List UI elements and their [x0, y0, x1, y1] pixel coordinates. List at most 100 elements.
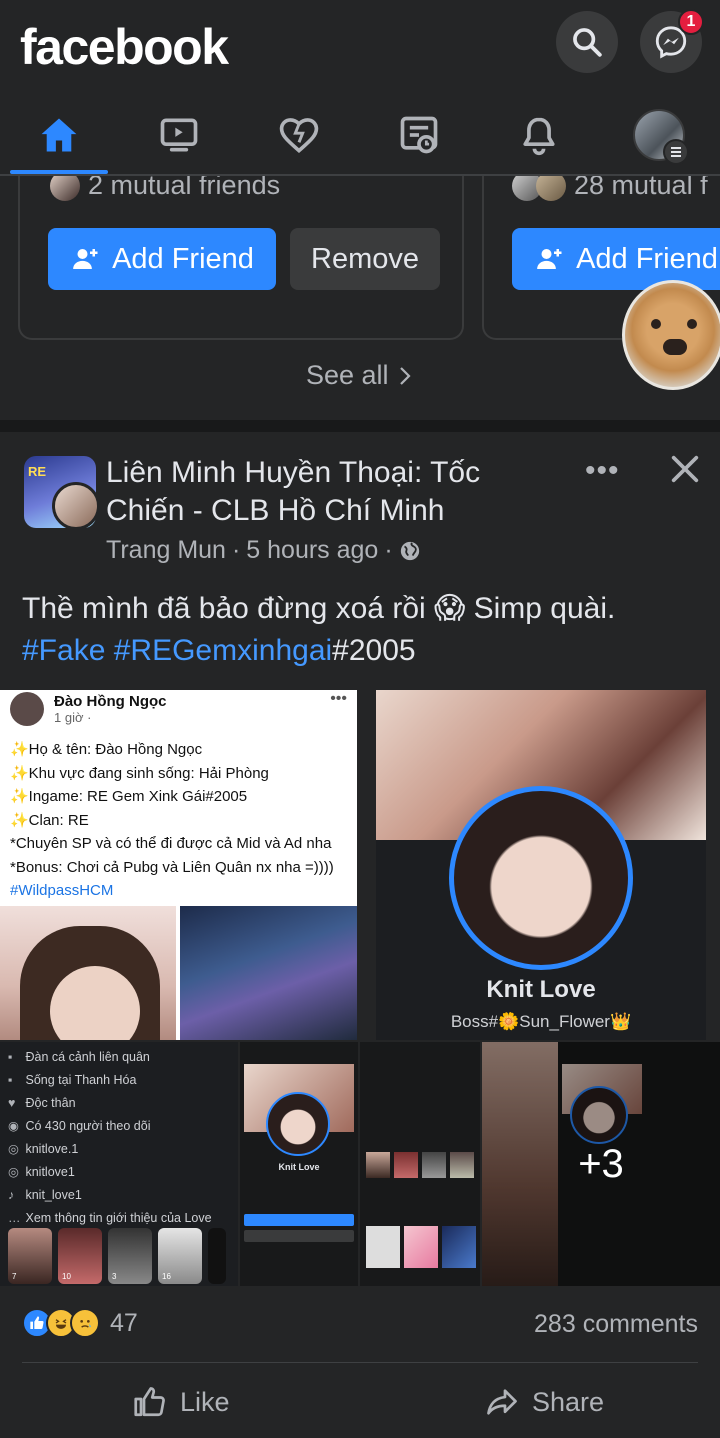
- followers-icon: ◉: [8, 1119, 19, 1133]
- avatar: [10, 692, 44, 726]
- profile-name: Knit Love: [278, 1162, 320, 1172]
- post-message: Thề mình đã bảo đừng xoá rồi 😱 Simp quài…: [22, 592, 616, 625]
- add-friend-button[interactable]: Add Friend: [48, 228, 276, 290]
- bell-icon: [523, 117, 555, 156]
- meta-separator: ·: [231, 536, 241, 564]
- add-friend-icon: [73, 249, 98, 269]
- thumbnail-count: 10: [62, 1272, 71, 1281]
- tab-menu[interactable]: [604, 96, 714, 174]
- dog-eye: [651, 319, 661, 329]
- hashtag-link[interactable]: #Fake: [22, 634, 105, 667]
- more-icon: •••: [330, 690, 347, 707]
- people-you-may-know: 2 mutual friends Add Friend Remove 28 mu…: [0, 176, 720, 420]
- photo-line: *Bonus: Chơi cả Pubg và Liên Quân nx nha…: [10, 858, 334, 876]
- search-button[interactable]: [556, 11, 618, 73]
- messenger-button[interactable]: 1: [640, 9, 704, 73]
- more-options-button[interactable]: •••: [585, 454, 620, 488]
- thumbnail: [442, 1226, 476, 1268]
- heart-icon: [279, 118, 319, 153]
- post-photo[interactable]: [360, 1042, 480, 1286]
- remove-button[interactable]: Remove: [290, 228, 440, 290]
- thumbnail: [208, 1228, 226, 1284]
- link-icon: ◎: [8, 1165, 19, 1179]
- featured-thumbnails: 7 10 3 16: [8, 1228, 226, 1284]
- group-icon: ▪: [8, 1050, 13, 1064]
- thumbnail-count: 16: [162, 1272, 171, 1281]
- home-icon: [41, 118, 77, 152]
- mutual-friends-text: 28 mutual f: [574, 176, 708, 200]
- more-photos-overlay: +3: [482, 1042, 720, 1286]
- add-friend-label: Add Friend: [576, 242, 718, 275]
- post-photo[interactable]: ▪ Đàn cá cảnh liên quân ▪ Sống tại Thanh…: [0, 1042, 238, 1286]
- game-screenshot: [180, 906, 357, 1040]
- mutual-friends-text: 2 mutual friends: [88, 176, 281, 200]
- thumbnail: [450, 1152, 474, 1178]
- meta-separator: ·: [384, 536, 393, 564]
- thumbnail-count: 7: [12, 1272, 17, 1281]
- thumbnail: [422, 1152, 446, 1178]
- post-photo[interactable]: Knit Love Boss#🌼Sun_Flower👑: [376, 690, 706, 1040]
- group-name[interactable]: Liên Minh Huyền Thoại: Tốc Chiến - CLB H…: [106, 454, 526, 530]
- like-button[interactable]: Like: [132, 1384, 230, 1420]
- hashtag-text: #2005: [332, 634, 416, 667]
- tab-dating[interactable]: [244, 96, 354, 174]
- globe-icon: [400, 541, 419, 560]
- see-all-label: See all: [305, 360, 389, 390]
- thumbnail: 16: [158, 1228, 202, 1284]
- hide-post-button[interactable]: [668, 452, 704, 488]
- see-all-link[interactable]: See all: [0, 360, 720, 391]
- top-bar: facebook 1: [0, 0, 720, 96]
- tab-watch[interactable]: [124, 96, 234, 174]
- add-friend-button[interactable]: Add Friend: [512, 228, 720, 290]
- intro-text: Độc thân: [25, 1096, 76, 1110]
- poster-avatar[interactable]: [52, 482, 100, 530]
- friend-suggestion-card[interactable]: 2 mutual friends Add Friend Remove: [18, 176, 464, 340]
- tab-home[interactable]: [4, 96, 114, 174]
- photo-line: ✨Họ & tên: Đào Hồng Ngọc: [10, 741, 203, 758]
- chevron-right-icon: [400, 367, 411, 385]
- thumbnail: [366, 1152, 390, 1178]
- reactions-summary[interactable]: 47: [22, 1308, 138, 1338]
- mutual-friends: 28 mutual f: [512, 176, 708, 201]
- comment-count[interactable]: 283 comments: [534, 1310, 698, 1339]
- facebook-logo[interactable]: facebook: [20, 18, 229, 76]
- intro-text: knitlove1: [25, 1165, 75, 1179]
- more-photos-tile[interactable]: +3: [482, 1042, 720, 1286]
- thumbnail: [404, 1226, 438, 1268]
- profile-name: Knit Love: [486, 976, 596, 1003]
- post-text: Thề mình đã bảo đừng xoá rồi 😱 Simp quài…: [22, 588, 702, 672]
- tab-notifications[interactable]: [484, 96, 594, 174]
- photo-hashtag: #WildpassHCM: [10, 882, 114, 899]
- messenger-badge: 1: [678, 9, 704, 35]
- intro-row: ◎ knitlove.1: [8, 1138, 212, 1161]
- dog-eye: [687, 319, 697, 329]
- group-avatar-art: RE: [28, 464, 47, 479]
- profile-intro-list: ▪ Đàn cá cảnh liên quân ▪ Sống tại Thanh…: [8, 1046, 212, 1230]
- author-name[interactable]: Trang Mun: [106, 536, 226, 565]
- post-time[interactable]: 5 hours ago: [246, 536, 378, 565]
- chat-head-avatar[interactable]: [622, 280, 720, 390]
- intro-row: ◉ Có 430 người theo dõi: [8, 1115, 212, 1138]
- friend-thumbnails: [366, 1152, 474, 1178]
- post-photo[interactable]: Knit Love: [240, 1042, 358, 1286]
- photo-line: *Chuyên SP và có thể đi được cả Mid và A…: [10, 835, 332, 852]
- intro-row: ♥ Độc thân: [8, 1092, 212, 1115]
- post-photo[interactable]: Đào Hồng Ngọc 1 giờ · ••• ✨Họ & tên: Đào…: [0, 690, 357, 1040]
- divider: [22, 1362, 698, 1363]
- photo-line: ✨Ingame: RE Gem Xink Gái#2005: [10, 788, 248, 805]
- intro-text: Có 430 người theo dõi: [25, 1119, 151, 1133]
- mutual-friend-avatar: [50, 176, 80, 201]
- intro-row: … Xem thông tin giới thiệu của Love: [8, 1207, 212, 1230]
- tab-feeds[interactable]: [364, 96, 474, 174]
- share-button[interactable]: Share: [484, 1384, 604, 1420]
- hashtag-link[interactable]: #REGemxinhgai: [114, 634, 332, 667]
- post-meta: Trang Mun · 5 hours ago ·: [106, 536, 421, 565]
- intro-row: ▪ Đàn cá cảnh liên quân: [8, 1046, 212, 1069]
- tab-bar: [0, 96, 720, 176]
- share-icon: [487, 1389, 517, 1415]
- add-friend-label: Add Friend: [112, 242, 254, 275]
- more-icon: …: [8, 1211, 21, 1225]
- thumbnail: [394, 1152, 418, 1178]
- message-button: [244, 1230, 354, 1242]
- portrait-photo: [0, 906, 176, 1040]
